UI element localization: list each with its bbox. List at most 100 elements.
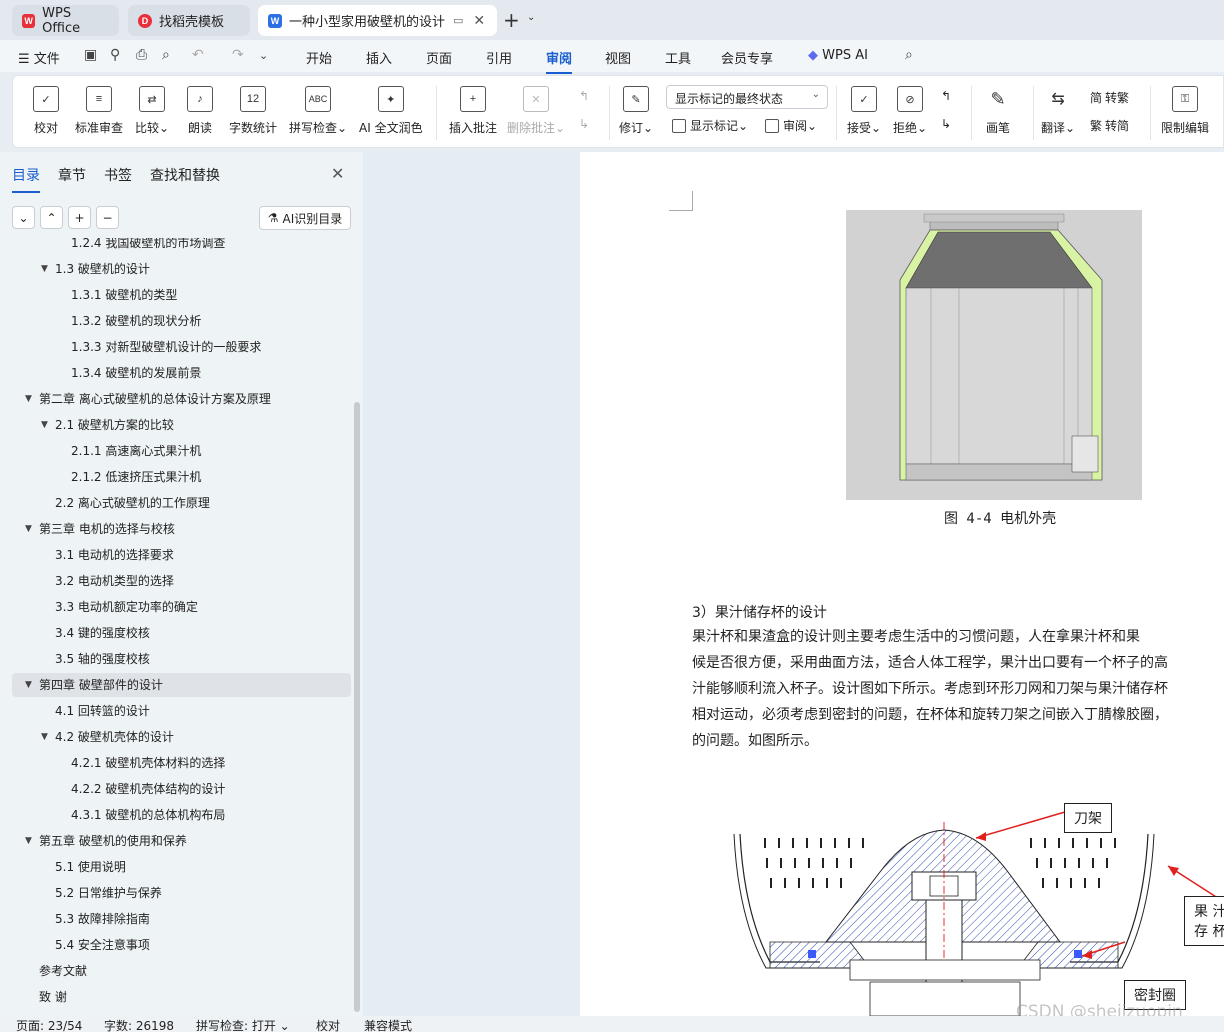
caret-down-icon[interactable]: ▼ <box>25 387 32 411</box>
caret-down-icon[interactable]: ▼ <box>25 673 32 697</box>
toc-item[interactable]: 5.3 故障排除指南 <box>12 907 351 931</box>
menu-wps-ai[interactable]: ◆ WPS AI <box>808 48 868 63</box>
toc-item[interactable]: ▼ 第二章 离心式破壁机的总体设计方案及原理 <box>12 387 351 411</box>
close-icon[interactable]: ✕ <box>331 164 344 183</box>
toc-item[interactable]: 3.1 电动机的选择要求 <box>12 543 351 567</box>
toc-item[interactable]: ▼ 2.1 破壁机方案的比较 <box>12 413 351 437</box>
toc-item[interactable]: 2.1.1 高速离心式果汁机 <box>12 439 351 463</box>
menu-tools[interactable]: 工具 <box>665 48 691 67</box>
translate-button[interactable]: ⇆ 翻译⌄ <box>1041 76 1075 148</box>
menu-page[interactable]: 页面 <box>426 48 452 67</box>
tab-toc[interactable]: 目录 <box>12 165 40 193</box>
status-page[interactable]: 页面: 23/54 <box>16 1017 82 1032</box>
toc-item[interactable]: 3.4 键的强度校核 <box>12 621 351 645</box>
toc-item[interactable]: 4.2.1 破壁机壳体材料的选择 <box>12 751 351 775</box>
toc-item[interactable]: 3.2 电动机类型的选择 <box>12 569 351 593</box>
toc-item[interactable]: 参考文献 <box>12 959 351 983</box>
tab-bookmarks[interactable]: 书签 <box>104 165 132 185</box>
status-word-count[interactable]: 字数: 26198 <box>104 1017 174 1032</box>
delete-comment-button[interactable]: ✕ 删除批注⌄ <box>507 76 565 148</box>
review-pane-button[interactable]: 审阅 ⌄ <box>765 117 817 134</box>
status-proofread[interactable]: 校对 <box>316 1017 340 1032</box>
prev-comment-icon[interactable]: ↰ <box>579 89 589 103</box>
menu-home[interactable]: 开始 <box>306 48 332 67</box>
add-heading-button[interactable]: + <box>68 206 91 229</box>
restrict-editing-button[interactable]: ⚿ 限制编辑 <box>1161 76 1209 148</box>
tab-sections[interactable]: 章节 <box>58 165 86 185</box>
prev-change-icon[interactable]: ↰ <box>941 89 951 103</box>
toc-item[interactable]: ▼ 4.2 破壁机壳体的设计 <box>12 725 351 749</box>
to-simplified-button[interactable]: 繁转简 <box>1090 117 1129 134</box>
caret-down-icon[interactable]: ▼ <box>41 725 48 749</box>
print-preview-icon[interactable]: ⌕ <box>162 47 170 63</box>
spell-check-button[interactable]: ABC 拼写检查⌄ <box>289 76 347 148</box>
toc-item[interactable]: 2.1.2 低速挤压式果汁机 <box>12 465 351 489</box>
toc-item[interactable]: ▼ 第三章 电机的选择与校核 <box>12 517 351 541</box>
toc-item[interactable]: 1.3.3 对新型破壁机设计的一般要求 <box>12 335 351 359</box>
toc-item[interactable]: 1.3.1 破壁机的类型 <box>12 283 351 307</box>
compare-button[interactable]: ⇄ 比较⌄ <box>135 76 169 148</box>
toc-item[interactable]: 2.2 离心式破壁机的工作原理 <box>12 491 351 515</box>
collapse-button[interactable]: ⌄ <box>12 206 35 229</box>
caret-down-icon[interactable]: ▼ <box>41 257 48 281</box>
word-count-button[interactable]: 12 字数统计 <box>229 76 277 148</box>
next-comment-icon[interactable]: ↳ <box>579 117 589 131</box>
pen-button[interactable]: ✎ 画笔 <box>985 76 1011 148</box>
status-spell-check[interactable]: 拼写检查: 打开 ⌄ <box>196 1017 290 1032</box>
toc-item[interactable]: 5.4 安全注意事项 <box>12 933 351 957</box>
caret-down-icon[interactable]: ▼ <box>25 517 32 541</box>
menu-review[interactable]: 审阅 <box>546 48 573 74</box>
menu-member[interactable]: 会员专享 <box>721 48 773 67</box>
toc-item[interactable]: 致 谢 <box>12 985 351 1009</box>
insert-comment-button[interactable]: + 插入批注 <box>449 76 497 148</box>
accept-button[interactable]: ✓ 接受⌄ <box>847 76 881 148</box>
monitor-icon[interactable]: ▭ <box>453 14 463 27</box>
caret-down-icon[interactable]: ▼ <box>41 413 48 437</box>
ai-toc-button[interactable]: ⚗ AI识别目录 <box>259 206 351 230</box>
toc-item[interactable]: ▼ 第四章 破壁部件的设计 <box>12 673 351 697</box>
toc-item[interactable]: 5.2 日常维护与保养 <box>12 881 351 905</box>
toc-item[interactable]: 3.5 轴的强度校核 <box>12 647 351 671</box>
toc-item[interactable]: 4.3.1 破壁机的总体机构布局 <box>12 803 351 827</box>
expand-button[interactable]: ⌃ <box>40 206 63 229</box>
toc-item[interactable]: 1.3.4 破壁机的发展前景 <box>12 361 351 385</box>
share-icon[interactable]: ⚲ <box>110 47 120 63</box>
read-aloud-button[interactable]: ♪ 朗读 <box>187 76 213 148</box>
proofread-button[interactable]: ✓ 校对 <box>33 76 59 148</box>
track-changes-button[interactable]: ✎ 修订⌄ <box>619 76 653 148</box>
toc-item[interactable]: 3.3 电动机额定功率的确定 <box>12 595 351 619</box>
undo-icon[interactable]: ↶ <box>192 47 204 63</box>
toc-item[interactable]: 1.2.4 我国破壁机的市场调查 <box>12 238 351 255</box>
remove-heading-button[interactable]: − <box>96 206 119 229</box>
toc-item[interactable]: 1.3.2 破壁机的现状分析 <box>12 309 351 333</box>
close-tab-icon[interactable]: ✕ <box>473 13 485 29</box>
ai-polish-button[interactable]: ✦ AI 全文润色 <box>359 76 423 148</box>
caret-down-icon[interactable]: ▼ <box>25 829 32 853</box>
search-icon[interactable]: ⌕ <box>905 47 913 63</box>
save-icon[interactable]: ▣ <box>84 47 97 63</box>
toc-item[interactable]: 4.2.2 破壁机壳体结构的设计 <box>12 777 351 801</box>
standard-review-button[interactable]: ≡ 标准审查 <box>75 76 123 148</box>
reject-button[interactable]: ⊘ 拒绝⌄ <box>893 76 927 148</box>
toc-item[interactable]: ▼ 1.3 破壁机的设计 <box>12 257 351 281</box>
toc-item[interactable]: 5.1 使用说明 <box>12 855 351 879</box>
chevron-down-icon[interactable]: ⌄ <box>259 49 268 62</box>
print-icon[interactable]: ⎙ <box>136 47 147 63</box>
menu-view[interactable]: 视图 <box>605 48 631 67</box>
display-state-select[interactable]: 显示标记的最终状态 ⌄ <box>666 85 828 109</box>
menu-insert[interactable]: 插入 <box>366 48 392 67</box>
redo-icon[interactable]: ↷ <box>232 47 244 63</box>
file-menu[interactable]: ☰ 文件 <box>18 48 60 67</box>
document-page[interactable]: 图 4-4 电机外壳 3）果汁储存杯的设计 果汁杯和果渣盒的设计则主要考虑生活中… <box>580 152 1224 1016</box>
toc-item[interactable]: ▼ 第五章 破壁机的使用和保养 <box>12 829 351 853</box>
tab-wps-office[interactable]: W WPS Office <box>12 5 119 36</box>
menu-references[interactable]: 引用 <box>486 48 512 67</box>
show-markup-button[interactable]: 显示标记 ⌄ <box>672 117 748 134</box>
tab-find-replace[interactable]: 查找和替换 <box>150 165 220 185</box>
toc-scrollbar[interactable] <box>354 402 360 1012</box>
to-traditional-button[interactable]: 简转繁 <box>1090 89 1129 106</box>
new-tab-icon[interactable]: + <box>503 10 520 30</box>
chevron-down-icon[interactable]: ⌄ <box>527 12 535 23</box>
toc-item[interactable]: 4.1 回转篮的设计 <box>12 699 351 723</box>
tab-docer-templates[interactable]: D 找稻壳模板 <box>128 5 250 36</box>
